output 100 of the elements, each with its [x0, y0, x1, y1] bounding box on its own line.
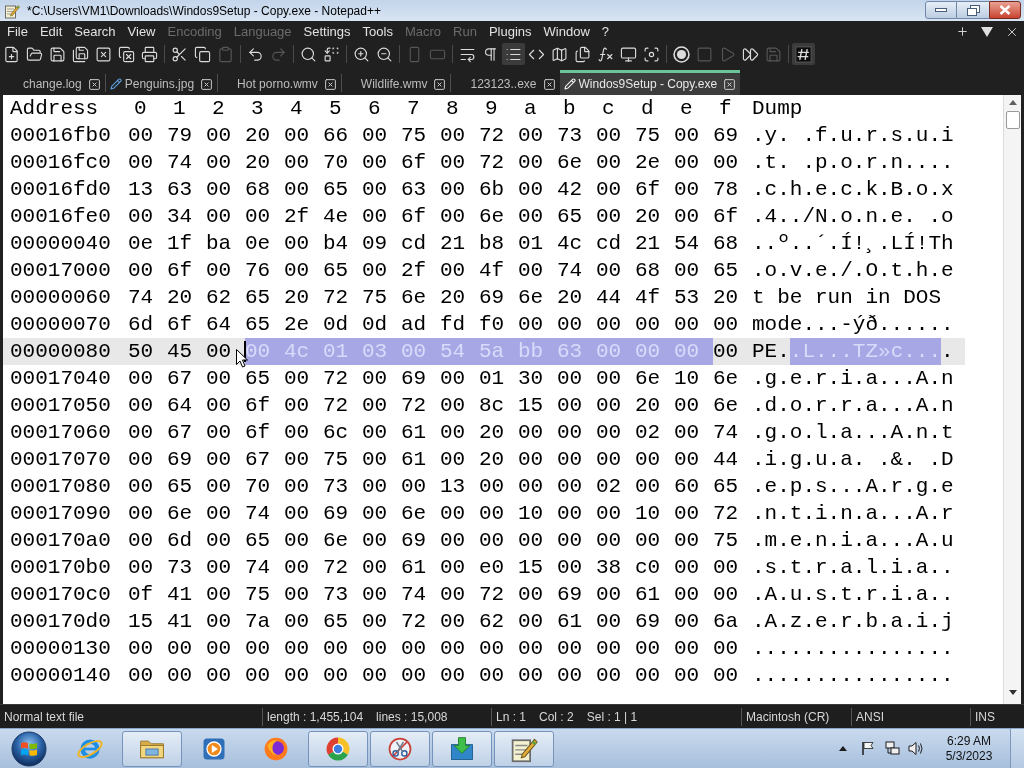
hex-byte[interactable]: 00 [596, 392, 621, 419]
hex-byte[interactable]: 00 [128, 554, 153, 581]
hex-byte[interactable]: 00 [362, 473, 387, 500]
hex-byte[interactable]: 00 [206, 122, 231, 149]
hex-byte[interactable]: 00 [440, 392, 465, 419]
hex-byte[interactable]: 20 [557, 284, 582, 311]
hex-byte[interactable]: 76 [245, 257, 270, 284]
tab[interactable]: Hot porno.wmv [218, 70, 341, 95]
hex-byte[interactable]: 00 [635, 446, 660, 473]
hex-byte[interactable]: 63 [167, 176, 192, 203]
hex-byte[interactable]: 6c [323, 419, 348, 446]
hex-byte[interactable]: 41 [167, 581, 192, 608]
hex-byte[interactable]: 00 [674, 554, 699, 581]
hex-byte[interactable]: 00 [596, 635, 621, 662]
hex-byte[interactable]: 01 [518, 230, 543, 257]
hex-byte[interactable]: 00 [440, 419, 465, 446]
tab[interactable]: change.log [4, 70, 105, 95]
hex-byte[interactable]: 74 [245, 554, 270, 581]
hex-byte[interactable]: 44 [713, 446, 738, 473]
hex-byte[interactable]: 65 [713, 473, 738, 500]
hex-byte[interactable]: 72 [479, 122, 504, 149]
hex-byte[interactable]: 8c [479, 392, 504, 419]
hex-byte[interactable]: 4f [635, 284, 660, 311]
hex-byte[interactable]: 68 [713, 230, 738, 257]
hex-byte[interactable]: 00 [362, 176, 387, 203]
hex-byte[interactable]: 6e [635, 365, 660, 392]
hex-byte[interactable]: 00 [518, 311, 543, 338]
hex-byte[interactable]: 6f [635, 176, 660, 203]
hex-byte[interactable]: 00 [713, 554, 738, 581]
vertical-scrollbar[interactable] [1003, 95, 1021, 704]
plus-icon[interactable] [956, 25, 969, 38]
close-icon[interactable] [323, 77, 337, 91]
hex-byte[interactable]: 00 [596, 527, 621, 554]
hex-byte[interactable]: 00 [635, 527, 660, 554]
hex-byte[interactable]: 00 [323, 635, 348, 662]
hex-byte[interactable]: 74 [167, 149, 192, 176]
hex-byte[interactable]: 00 [596, 446, 621, 473]
hex-byte[interactable]: 00 [596, 419, 621, 446]
hex-byte[interactable]: 61 [635, 581, 660, 608]
hex-byte[interactable]: 74 [557, 257, 582, 284]
hex-byte[interactable]: 6e [323, 527, 348, 554]
hex-byte[interactable]: 75 [635, 122, 660, 149]
hex-byte[interactable]: 00 [674, 635, 699, 662]
hex-byte[interactable]: 2f [401, 257, 426, 284]
hex-byte[interactable]: 00 [128, 473, 153, 500]
hex-byte[interactable]: 00 [401, 473, 426, 500]
hex-byte[interactable]: 00 [284, 176, 309, 203]
hex-byte[interactable]: 65 [245, 527, 270, 554]
hex-byte[interactable]: 70 [323, 149, 348, 176]
hex-byte[interactable]: 74 [401, 581, 426, 608]
hex-byte[interactable]: 00 [206, 419, 231, 446]
hex-byte[interactable]: 00 [362, 419, 387, 446]
hex-byte[interactable]: 00 [206, 527, 231, 554]
hex-byte[interactable]: 00 [362, 527, 387, 554]
hex-byte[interactable]: 67 [167, 419, 192, 446]
hex-byte[interactable]: 00 [557, 392, 582, 419]
hex-byte[interactable]: 74 [245, 500, 270, 527]
toolbar-button[interactable] [670, 43, 693, 65]
menu-item[interactable]: Plugins [482, 21, 538, 42]
hex-byte[interactable]: 00 [362, 662, 387, 689]
hex-byte[interactable]: 6f [245, 392, 270, 419]
hex-byte[interactable]: 4c [557, 230, 582, 257]
hex-byte[interactable]: c0 [635, 554, 660, 581]
hex-byte[interactable]: 20 [635, 203, 660, 230]
minimize-button[interactable] [925, 1, 957, 19]
hex-byte[interactable]: 00 [362, 446, 387, 473]
hex-byte[interactable]: 00 [518, 176, 543, 203]
hex-byte[interactable]: 00 [518, 473, 543, 500]
menu-item[interactable]: File [1, 21, 34, 42]
hex-byte[interactable]: 00 [206, 581, 231, 608]
hex-byte[interactable]: 00 [323, 662, 348, 689]
hex-byte[interactable]: 2f [284, 203, 309, 230]
hex-byte[interactable]: 00 [518, 257, 543, 284]
hex-byte[interactable]: 00 [362, 554, 387, 581]
hex-byte[interactable]: e0 [479, 554, 504, 581]
hex-byte[interactable]: 00 [440, 365, 465, 392]
hex-byte[interactable]: 6f [713, 203, 738, 230]
hex-byte[interactable]: 65 [323, 608, 348, 635]
hex-byte[interactable]: 63 [401, 176, 426, 203]
hex-byte[interactable]: 72 [713, 500, 738, 527]
hex-byte[interactable]: 00 [557, 419, 582, 446]
hex-byte[interactable]: 20 [479, 446, 504, 473]
hex-byte[interactable]: 00 [674, 500, 699, 527]
hex-byte[interactable]: ba [206, 230, 231, 257]
hex-byte[interactable]: 00 [284, 392, 309, 419]
hex-byte[interactable]: 00 [284, 446, 309, 473]
hex-byte[interactable]: 00 [674, 392, 699, 419]
hex-byte[interactable]: 00 [557, 500, 582, 527]
hex-byte[interactable]: 72 [323, 392, 348, 419]
hex-byte[interactable]: 00 [206, 662, 231, 689]
hex-byte[interactable]: 73 [323, 581, 348, 608]
hex-byte[interactable]: 00 [362, 392, 387, 419]
hex-byte[interactable]: 62 [206, 284, 231, 311]
hex-byte[interactable]: 6f [167, 311, 192, 338]
hex-byte[interactable]: 00 [440, 581, 465, 608]
hex-byte[interactable]: 00 [206, 203, 231, 230]
hex-byte[interactable]: 00 [713, 338, 738, 365]
hex-byte[interactable]: 6e [713, 392, 738, 419]
hex-byte[interactable]: 00 [518, 608, 543, 635]
hex-byte[interactable]: 54 [674, 230, 699, 257]
